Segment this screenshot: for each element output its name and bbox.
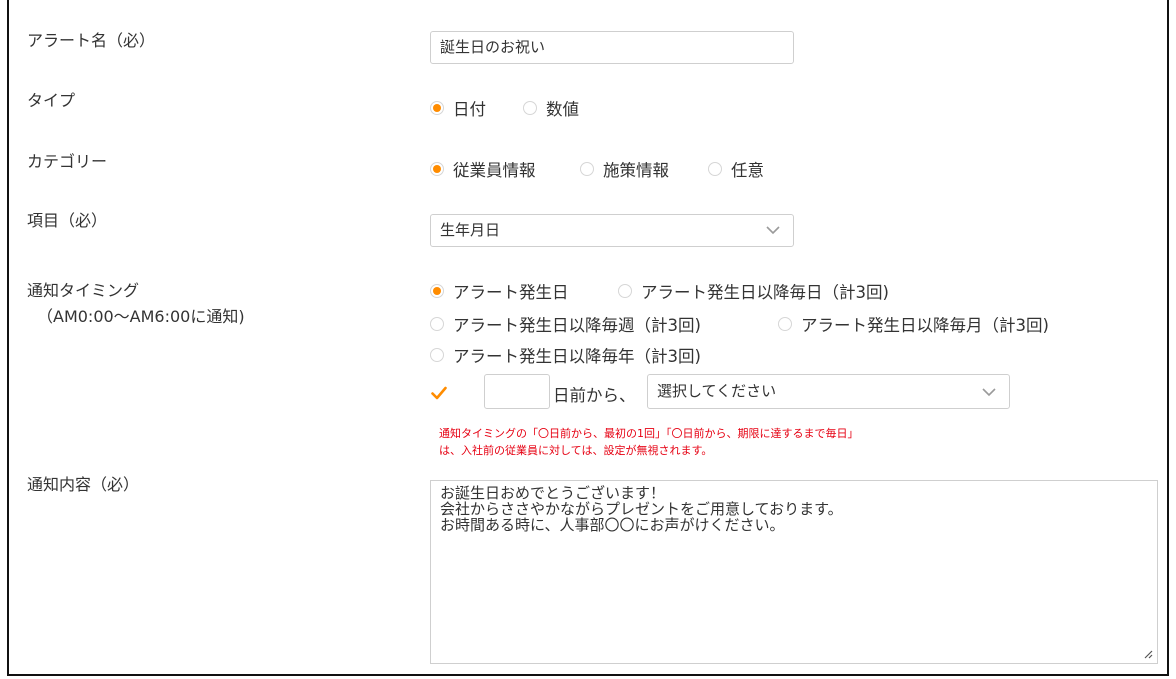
chevron-down-icon	[982, 388, 996, 397]
resize-grip-icon[interactable]	[1143, 649, 1153, 659]
timing-radio-daily[interactable]: アラート発生日以降毎日（計3回)	[618, 280, 889, 302]
radio-unselected-icon	[430, 317, 444, 331]
radio-selected-icon	[430, 284, 444, 298]
timing-radio-monthly[interactable]: アラート発生日以降毎月（計3回)	[778, 313, 1049, 335]
category-radio-optional[interactable]: 任意	[708, 158, 764, 180]
category-radio-policy-info[interactable]: 施策情報	[580, 158, 669, 180]
radio-unselected-icon	[618, 284, 632, 298]
radio-unselected-icon	[778, 317, 792, 331]
category-option-label: 従業員情報	[453, 161, 536, 180]
timing-radio-weekly[interactable]: アラート発生日以降毎週（計3回)	[430, 313, 701, 335]
days-before-select[interactable]: 選択してください	[647, 374, 1010, 409]
type-option-label: 日付	[453, 100, 486, 119]
category-label: カテゴリー	[27, 152, 108, 171]
radio-unselected-icon	[580, 162, 594, 176]
content-line: 会社からささやかながらプレゼントをご用意しております。	[440, 500, 843, 518]
days-before-suffix: 日前から、	[553, 386, 636, 405]
timing-radio-on-day[interactable]: アラート発生日	[430, 280, 569, 302]
content-textarea[interactable]: お誕生日おめでとうございます！ 会社からささやかながらプレゼントをご用意しており…	[430, 480, 1158, 664]
timing-label: 通知タイミング	[27, 281, 140, 300]
content-line: お時間ある時に、人事部〇〇にお声がけください。	[440, 516, 785, 534]
timing-note-line-1: 通知タイミングの「〇日前から、最初の1回」「〇日前から、期限に達するまで毎日」	[439, 427, 859, 440]
chevron-down-icon	[766, 226, 780, 235]
alert-name-label: アラート名（必）	[27, 31, 156, 50]
category-option-label: 任意	[731, 161, 764, 180]
radio-selected-icon	[430, 162, 444, 176]
item-select-value: 生年月日	[440, 221, 501, 239]
days-before-select-value: 選択してください	[657, 382, 777, 400]
radio-unselected-icon	[430, 348, 444, 362]
type-radio-number[interactable]: 数値	[523, 97, 579, 119]
timing-note-line-2: は、入社前の従業員に対しては、設定が無視されます。	[439, 444, 713, 457]
timing-option-label: アラート発生日以降毎日（計3回)	[641, 283, 889, 302]
type-radio-date[interactable]: 日付	[430, 97, 486, 119]
type-label: タイプ	[27, 91, 76, 110]
alert-name-input[interactable]: 誕生日のお祝い	[430, 31, 794, 64]
radio-unselected-icon	[708, 162, 722, 176]
content-label: 通知内容（必）	[27, 475, 140, 494]
type-option-label: 数値	[546, 100, 579, 119]
radio-unselected-icon	[523, 101, 537, 115]
radio-selected-icon	[430, 101, 444, 115]
item-label: 項目（必）	[27, 211, 108, 230]
category-radio-employee-info[interactable]: 従業員情報	[430, 158, 536, 180]
timing-sublabel: （AM0:00～AM6:00に通知)	[37, 307, 245, 326]
timing-option-label: アラート発生日以降毎週（計3回)	[453, 316, 701, 335]
category-option-label: 施策情報	[603, 161, 669, 180]
timing-radio-yearly[interactable]: アラート発生日以降毎年（計3回)	[430, 344, 701, 366]
timing-option-label: アラート発生日以降毎年（計3回)	[453, 347, 701, 366]
content-line: お誕生日おめでとうございます！	[440, 484, 666, 502]
days-before-input[interactable]	[484, 374, 550, 409]
timing-option-label: アラート発生日以降毎月（計3回)	[801, 316, 1049, 335]
checkmark-icon[interactable]	[431, 386, 447, 400]
timing-option-label: アラート発生日	[453, 283, 569, 302]
item-select[interactable]: 生年月日	[430, 214, 794, 247]
